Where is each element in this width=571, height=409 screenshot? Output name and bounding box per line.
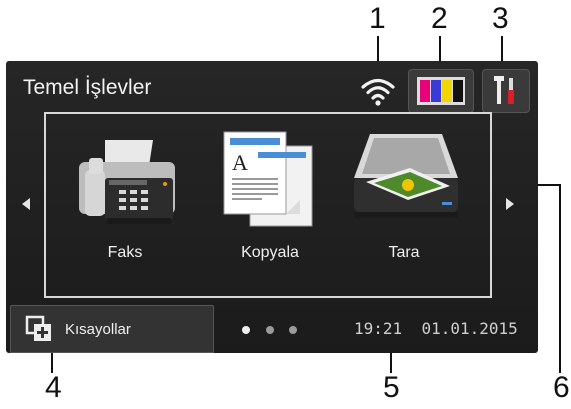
tools-icon: [494, 76, 514, 104]
ink-button[interactable]: [408, 69, 474, 113]
scan-tile[interactable]: Tara: [344, 118, 464, 278]
callout-4: 4: [45, 371, 62, 404]
fax-tile[interactable]: Faks: [65, 118, 185, 278]
svg-text:A: A: [232, 150, 248, 175]
copy-label: Kopyala: [241, 244, 299, 261]
date: 01.01.2015: [421, 319, 518, 338]
callout-6: 6: [553, 371, 570, 404]
callout-3: 3: [492, 2, 509, 35]
time: 19:21: [354, 319, 403, 338]
copy-tile[interactable]: A Kopyala: [210, 118, 330, 278]
scanner-icon: [354, 134, 458, 218]
fax-machine-icon: [79, 140, 175, 224]
settings-button[interactable]: [482, 69, 530, 113]
callout-2: 2: [431, 2, 448, 35]
arrow-left-icon[interactable]: [22, 198, 30, 210]
page-dot-2: [266, 326, 274, 334]
fax-label: Faks: [107, 244, 143, 261]
arrow-right-icon[interactable]: [506, 198, 514, 210]
wifi-icon[interactable]: [360, 74, 396, 108]
shortcuts-label: Kısayollar: [65, 321, 131, 338]
callout-5: 5: [383, 371, 400, 404]
add-shortcut-icon: [25, 315, 51, 341]
ink-cartridges-icon: [417, 77, 465, 105]
page-dot-1: [242, 326, 250, 334]
copy-documents-icon: A: [223, 131, 313, 227]
page-title: Temel İşlevler: [23, 76, 152, 99]
shortcuts-button[interactable]: Kısayollar: [10, 305, 214, 353]
callout-1: 1: [369, 2, 386, 35]
scan-label: Tara: [388, 244, 420, 261]
page-dot-3: [289, 326, 297, 334]
callout-6-line-v: [559, 184, 561, 373]
datetime: 19:21 01.01.2015: [354, 319, 518, 338]
